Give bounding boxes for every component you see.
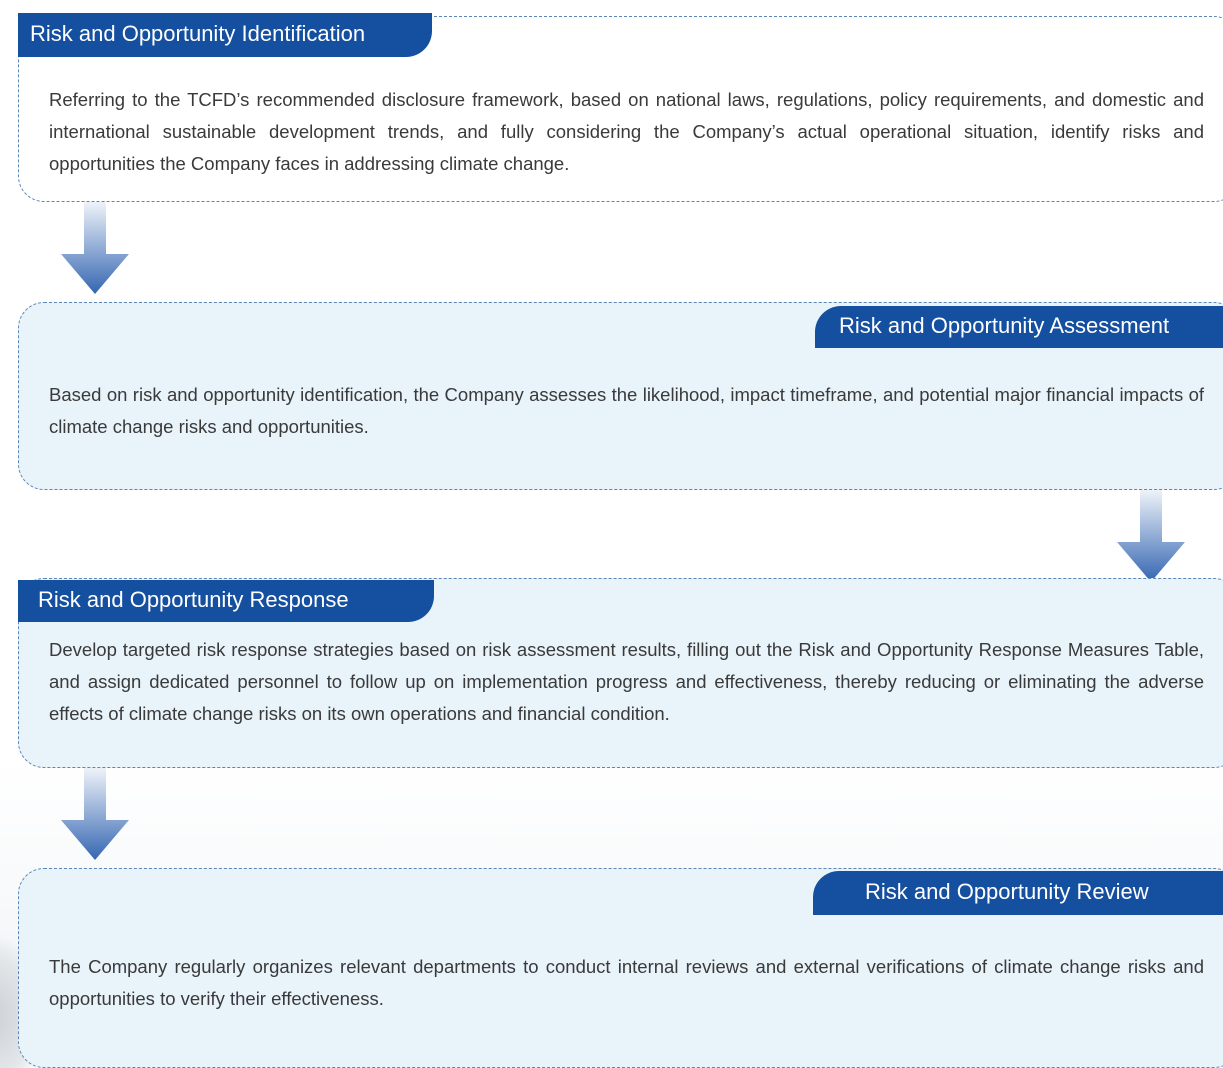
step-assessment-description: Based on risk and opportunity identifica…: [49, 384, 1204, 437]
step-review-description: The Company regularly organizes relevant…: [49, 956, 1204, 1009]
down-arrow-icon: [61, 202, 129, 294]
step-assessment-title: Risk and Opportunity Assessment: [815, 306, 1223, 348]
step-review-title: Risk and Opportunity Review: [813, 871, 1223, 915]
down-arrow-icon: [61, 768, 129, 860]
step-identification-title: Risk and Opportunity Identification: [18, 13, 432, 57]
step-identification-description: Referring to the TCFD’s recommended disc…: [49, 89, 1204, 174]
step-response-description: Develop targeted risk response strategie…: [49, 639, 1204, 724]
down-arrow-icon: [1117, 490, 1185, 582]
step-response-title: Risk and Opportunity Response: [18, 580, 434, 622]
